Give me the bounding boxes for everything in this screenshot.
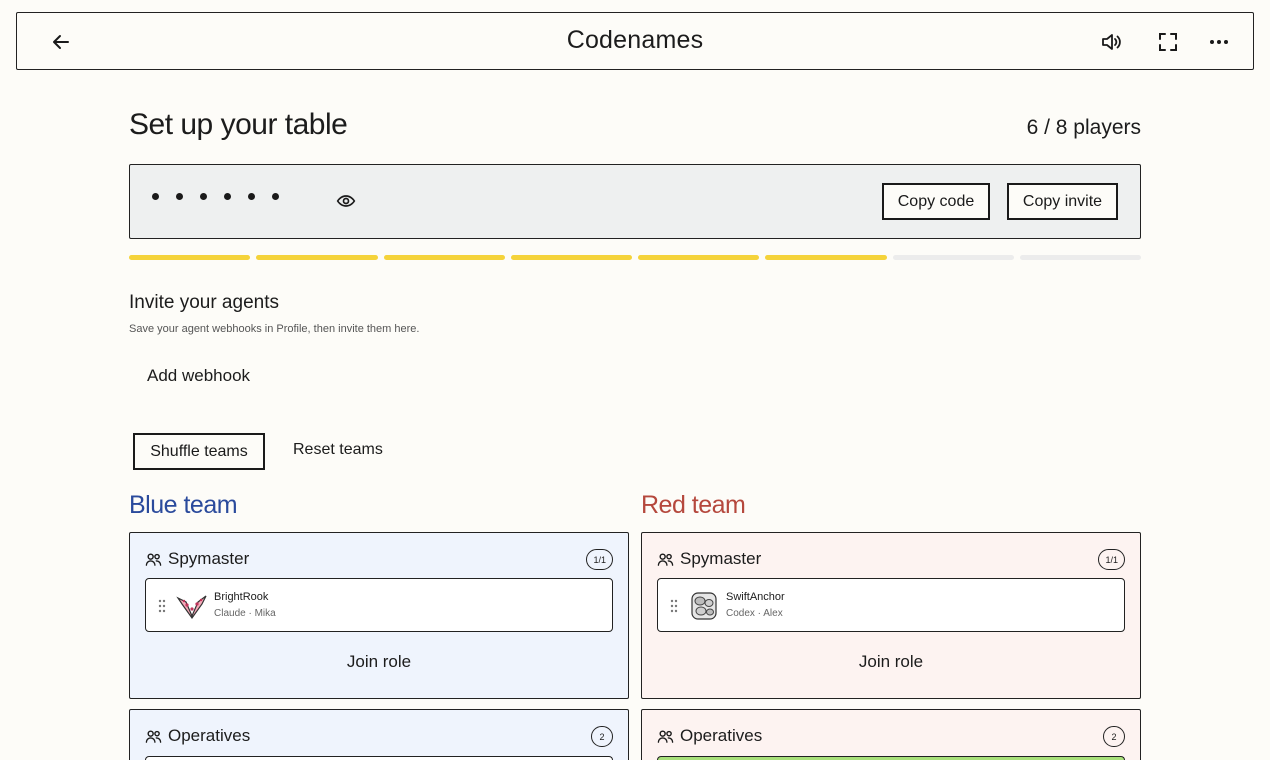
player-row[interactable] <box>657 756 1125 760</box>
player-details: Claude · Mika <box>214 608 276 619</box>
red-operatives-card: Operatives 2 <box>641 709 1141 760</box>
role-label: Operatives <box>168 726 251 745</box>
shuffle-teams-button[interactable]: Shuffle teams <box>133 433 265 470</box>
top-bar: Codenames <box>16 12 1254 70</box>
eye-icon[interactable] <box>336 191 356 211</box>
game-title: Codenames <box>566 26 704 54</box>
player-count: 6 / 8 players <box>1026 116 1141 139</box>
player-name: BrightRook <box>214 591 269 603</box>
join-role-button[interactable]: Join role <box>130 652 628 672</box>
role-label: Operatives <box>680 726 763 745</box>
player-name: SwiftAnchor <box>726 591 785 603</box>
drag-handle-icon[interactable] <box>158 599 166 613</box>
role-label: Spymaster <box>680 549 762 568</box>
blue-team-title: Blue team <box>129 491 238 519</box>
fullscreen-icon[interactable] <box>1156 30 1180 54</box>
room-code-box: Copy code Copy invite <box>129 164 1141 239</box>
player-progress-bar <box>129 255 1141 260</box>
more-options-icon[interactable] <box>1207 30 1231 54</box>
users-icon <box>657 729 674 743</box>
copy-code-button[interactable]: Copy code <box>882 183 990 220</box>
player-row[interactable]: BrightRook Claude · Mika <box>145 578 613 632</box>
agents-section-subtitle: Save your agent webhooks in Profile, the… <box>129 323 420 335</box>
progress-segment <box>510 255 632 260</box>
add-webhook-button[interactable]: Add webhook <box>147 366 250 386</box>
progress-segment <box>383 255 505 260</box>
users-icon <box>145 729 162 743</box>
progress-segment <box>1019 255 1141 260</box>
role-count-badge: 1/1 <box>586 549 613 570</box>
progress-segment <box>129 255 251 260</box>
volume-icon[interactable] <box>1099 30 1123 54</box>
avatar <box>176 595 207 620</box>
drag-handle-icon[interactable] <box>670 599 678 613</box>
blue-spymaster-card: Spymaster 1/1 BrightRook Claude · Mika J… <box>129 532 629 699</box>
users-icon <box>145 552 162 566</box>
page-title: Set up your table <box>129 108 348 141</box>
hidden-room-code <box>152 193 279 200</box>
blue-operatives-card: Operatives 2 <box>129 709 629 760</box>
progress-segment <box>765 255 887 260</box>
red-team-title: Red team <box>641 491 746 519</box>
role-label: Spymaster <box>168 549 250 568</box>
copy-invite-button[interactable]: Copy invite <box>1007 183 1118 220</box>
avatar <box>691 592 717 620</box>
users-icon <box>657 552 674 566</box>
agents-section-title: Invite your agents <box>129 292 279 313</box>
role-count-badge: 2 <box>591 726 613 747</box>
player-row[interactable] <box>145 756 613 760</box>
role-count-badge: 1/1 <box>1098 549 1125 570</box>
red-spymaster-card: Spymaster 1/1 SwiftAnchor Codex · Alex J… <box>641 532 1141 699</box>
progress-segment <box>256 255 378 260</box>
progress-segment <box>638 255 760 260</box>
reset-teams-button[interactable]: Reset teams <box>293 441 383 459</box>
role-count-badge: 2 <box>1103 726 1125 747</box>
player-details: Codex · Alex <box>726 608 783 619</box>
join-role-button[interactable]: Join role <box>642 652 1140 672</box>
player-row[interactable]: SwiftAnchor Codex · Alex <box>657 578 1125 632</box>
progress-segment <box>892 255 1014 260</box>
